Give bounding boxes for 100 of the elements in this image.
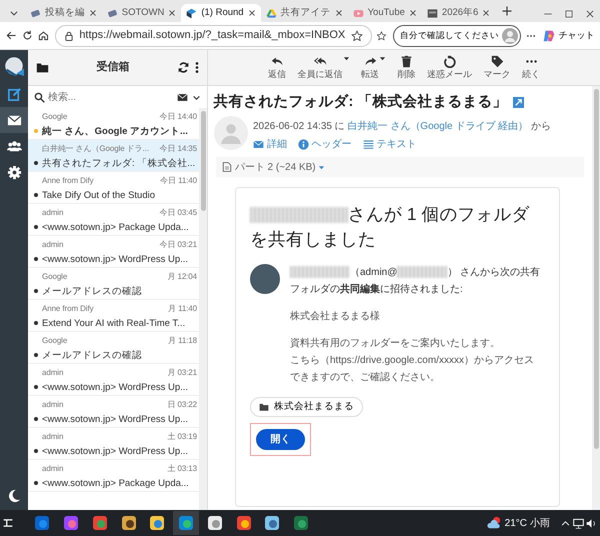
menu-icon[interactable] bbox=[195, 60, 199, 74]
sender-name: admin bbox=[42, 431, 64, 443]
scrollbar[interactable] bbox=[592, 86, 600, 510]
folder-icon[interactable] bbox=[36, 61, 49, 74]
sender-name: Google bbox=[42, 111, 68, 123]
message-subject: 純一 さん、Google アカウント... bbox=[42, 125, 188, 139]
message-time: 今日 03:45 bbox=[160, 207, 197, 219]
browser-tab[interactable]: (1) Round bbox=[181, 4, 261, 22]
new-tab-icon[interactable] bbox=[500, 4, 513, 17]
message-subject: <www.sotown.jp> WordPress Up... bbox=[42, 445, 188, 459]
toolbar-button[interactable]: 転送 bbox=[358, 55, 389, 80]
star-icon[interactable] bbox=[350, 30, 363, 42]
external-link-icon[interactable] bbox=[512, 96, 524, 108]
header-link[interactable]: テキスト bbox=[362, 136, 416, 152]
close-icon[interactable] bbox=[248, 9, 256, 17]
message-subject: <www.sotown.jp> WordPress Up... bbox=[42, 381, 188, 395]
chevron-up-icon[interactable] bbox=[560, 518, 570, 528]
avatar-icon bbox=[502, 28, 518, 44]
maximize-icon[interactable] bbox=[564, 9, 574, 20]
app-icon bbox=[34, 515, 50, 531]
folder-chip[interactable]: 株式会社まるまる bbox=[250, 396, 363, 417]
message-subject: メールアドレスの確認 bbox=[42, 349, 142, 363]
toolbar-button[interactable]: 迷惑メール bbox=[424, 55, 475, 80]
browser-tab[interactable]: 共有アイテ bbox=[260, 4, 348, 22]
address-field[interactable]: https://webmail.sotown.jp/?_task=mail&_mbox=INBOX bbox=[54, 24, 372, 46]
network-icon[interactable] bbox=[572, 518, 584, 528]
compose-icon bbox=[6, 86, 22, 102]
moon-icon[interactable] bbox=[7, 489, 21, 504]
browser-tab[interactable]: 2026年6 bbox=[422, 4, 496, 22]
chat-button[interactable]: チャット bbox=[542, 28, 594, 42]
tab-icon bbox=[186, 8, 198, 18]
back-icon[interactable] bbox=[6, 29, 16, 42]
envelope-icon[interactable] bbox=[176, 92, 190, 102]
message-subject-heading: 共有されたフォルダ: 「株式会社まるまる」 bbox=[214, 92, 508, 112]
volume-icon[interactable] bbox=[586, 518, 598, 528]
browser-tab[interactable]: 投稿を編 bbox=[24, 4, 102, 22]
message-subject: <www.sotown.jp> Package Upda... bbox=[42, 221, 189, 235]
close-icon[interactable] bbox=[88, 9, 97, 17]
attachment-part[interactable]: パート 2 (~24 KB) bbox=[216, 157, 584, 177]
message-item[interactable]: 白井純一 さん（Google ドラ... 今日 14:35 共有されたフォルダ: 「株式会社... bbox=[28, 140, 199, 172]
weather-text: 小雨 bbox=[530, 516, 550, 530]
message-subject: 共有されたフォルダ: 「株式会社... bbox=[42, 157, 196, 171]
message-line: 資料共有用のフォルダーをご案内いたします。 bbox=[290, 336, 501, 351]
refresh-icon[interactable] bbox=[176, 61, 190, 74]
message-subject: <www.sotown.jp> WordPress Up... bbox=[42, 413, 188, 427]
toolbar-button[interactable]: 続く bbox=[519, 55, 543, 80]
toolbar-button[interactable]: マーク bbox=[480, 55, 514, 80]
sender-name: Google bbox=[42, 271, 68, 283]
close-icon[interactable] bbox=[584, 9, 594, 20]
nav-button[interactable] bbox=[0, 107, 28, 133]
message-time: 今日 11:40 bbox=[160, 175, 197, 187]
sender-name: Google bbox=[42, 335, 68, 347]
toolbar-button[interactable]: 返信 bbox=[265, 55, 289, 80]
folder-icon bbox=[259, 402, 269, 412]
message-time: 月 03:21 bbox=[167, 367, 197, 379]
sender-name: admin bbox=[42, 207, 64, 219]
app-icon bbox=[92, 515, 108, 531]
reload-icon[interactable] bbox=[22, 29, 33, 42]
app-icon bbox=[120, 515, 136, 531]
app-icon bbox=[149, 515, 166, 531]
mail-icon bbox=[6, 112, 22, 128]
message-time: 今日 14:40 bbox=[160, 111, 197, 123]
person-icon bbox=[220, 122, 242, 144]
lock-icon bbox=[64, 30, 74, 40]
close-icon[interactable] bbox=[168, 9, 176, 17]
message-time: 日 03:22 bbox=[167, 399, 197, 411]
home-icon[interactable] bbox=[38, 29, 50, 42]
close-icon[interactable] bbox=[334, 9, 343, 17]
message-subject: <www.sotown.jp> WordPress Up... bbox=[42, 253, 188, 267]
scrollbar[interactable] bbox=[199, 108, 207, 510]
app-icon bbox=[206, 515, 223, 531]
contacts-icon bbox=[6, 138, 22, 154]
header-link[interactable]: ヘッダー bbox=[298, 136, 352, 152]
app-icon bbox=[264, 515, 280, 531]
sender-name: 白井純一 さん（Google ドラ... bbox=[42, 143, 149, 155]
browser-tab[interactable]: YouTube bbox=[348, 4, 422, 22]
search-icon[interactable] bbox=[34, 92, 45, 102]
header-link[interactable]: 詳細 bbox=[253, 136, 287, 152]
weather-icon[interactable] bbox=[486, 516, 502, 530]
sender-avatar bbox=[250, 264, 280, 294]
browser-tab[interactable]: SOTOWN bbox=[102, 4, 182, 22]
close-icon[interactable] bbox=[482, 9, 490, 17]
profile-button[interactable]: 自分で確認してください bbox=[392, 24, 521, 46]
caret-icon bbox=[342, 55, 350, 62]
open-button[interactable]: 開く bbox=[256, 428, 305, 450]
message-date: 2026-06-02 14:35 に bbox=[253, 120, 345, 132]
message-time: 月 11:18 bbox=[168, 335, 197, 347]
toolbar-button[interactable]: 削除 bbox=[394, 55, 418, 80]
close-icon[interactable] bbox=[408, 9, 417, 17]
share-heading: さんが 1 個のフォルダを共有しました bbox=[250, 203, 530, 252]
sender-link[interactable]: 白井純一 さん（Google ドライブ 経由） bbox=[348, 120, 528, 132]
logo-icon bbox=[4, 56, 24, 76]
settings-icon bbox=[6, 164, 22, 180]
favorites-icon[interactable] bbox=[377, 30, 388, 42]
message-time: 今日 03:21 bbox=[160, 239, 197, 251]
message-subject: メールアドレスの確認 bbox=[42, 285, 142, 299]
app-icon bbox=[236, 515, 252, 531]
sender-name: Anne from Dify bbox=[42, 303, 94, 315]
toolbar-button[interactable]: 全員に返信 bbox=[294, 55, 352, 80]
trash-icon bbox=[400, 55, 413, 68]
